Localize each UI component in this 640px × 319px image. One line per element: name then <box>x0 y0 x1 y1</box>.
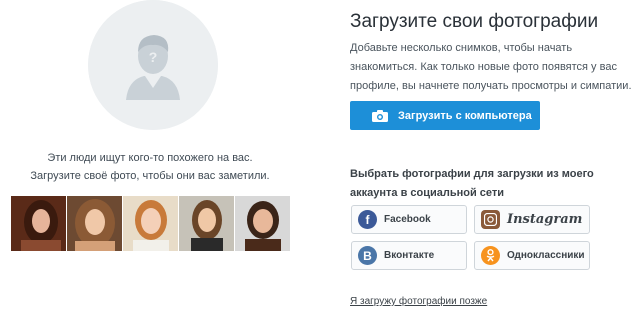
upload-button-label: Загрузить с компьютера <box>398 109 532 122</box>
facebook-button[interactable]: f Facebook <box>351 205 467 234</box>
user-photo[interactable] <box>11 196 66 251</box>
social-section-title: Выбрать фотографии для загрузки из моего… <box>350 168 594 199</box>
hint-text-2: Загрузите своё фото, чтобы они вас замет… <box>30 170 270 182</box>
facebook-icon: f <box>358 210 377 229</box>
hint-text-1: Эти люди ищут кого-то похожего на вас. <box>47 152 253 164</box>
odnoklassniki-icon <box>481 246 500 265</box>
user-photo[interactable] <box>67 196 122 251</box>
instagram-icon <box>481 210 500 229</box>
vkontakte-icon: B <box>358 246 377 265</box>
upload-later-link[interactable]: Я загружу фотографии позже <box>350 296 487 307</box>
upload-from-computer-button[interactable]: Загрузить с компьютера <box>350 101 540 130</box>
user-photo[interactable] <box>235 196 290 251</box>
instagram-button[interactable]: Instagram <box>474 205 590 234</box>
photo-strip <box>11 196 293 251</box>
svg-text:?: ? <box>149 49 158 65</box>
user-photo[interactable] <box>179 196 234 251</box>
avatar-placeholder: ? <box>88 0 218 130</box>
right-panel: Загрузите свои фотографии Добавьте неско… <box>340 0 640 319</box>
page-title: Загрузите свои фотографии <box>350 11 599 32</box>
vkontakte-button[interactable]: B Вконтакте <box>351 241 467 270</box>
odnoklassniki-button[interactable]: Одноклассники <box>474 241 590 270</box>
left-panel: ? Эти люди ищут кого-то похожего на вас.… <box>0 0 300 319</box>
camera-icon <box>372 109 388 122</box>
unknown-user-icon: ? <box>88 0 218 130</box>
odnoklassniki-label: Одноклассники <box>507 250 585 261</box>
facebook-label: Facebook <box>384 214 431 225</box>
description-text: Добавьте несколько снимков, чтобы начать… <box>350 42 632 92</box>
user-photo[interactable] <box>123 196 178 251</box>
vkontakte-label: Вконтакте <box>384 250 435 261</box>
instagram-label: Instagram <box>507 212 583 227</box>
